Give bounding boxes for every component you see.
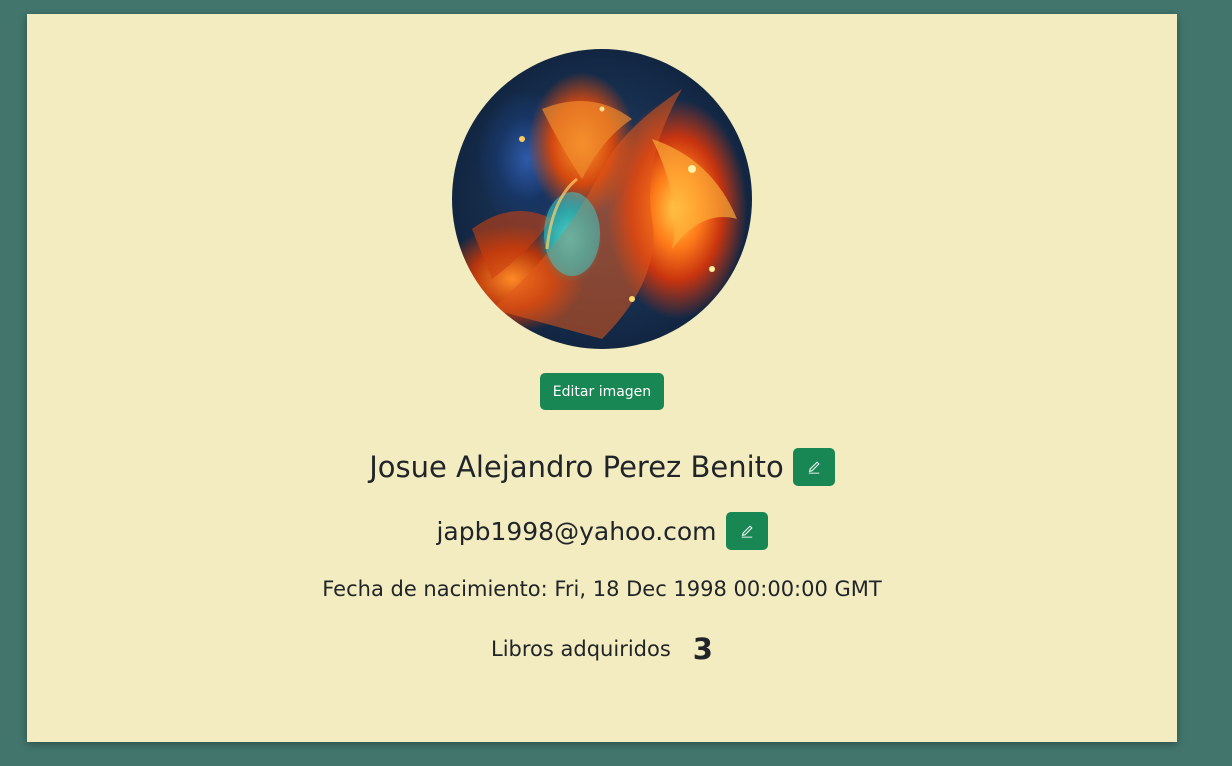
pencil-icon — [740, 524, 754, 538]
user-name: Josue Alejandro Perez Benito — [369, 450, 784, 484]
edit-email-button[interactable] — [725, 512, 768, 550]
profile-card: Editar imagen Josue Alejandro Perez Beni… — [27, 14, 1177, 742]
email-row: japb1998@yahoo.com — [27, 511, 1177, 551]
user-email: japb1998@yahoo.com — [436, 516, 717, 546]
books-count: 3 — [692, 632, 713, 666]
birth-date: Fecha de nacimiento: Fri, 18 Dec 1998 00… — [322, 577, 882, 601]
avatar-phoenix-art — [472, 89, 737, 339]
name-row: Josue Alejandro Perez Benito — [27, 447, 1177, 487]
books-row: Libros adquiridos 3 — [27, 629, 1177, 669]
profile-avatar — [452, 49, 752, 349]
birth-date-row: Fecha de nacimiento: Fri, 18 Dec 1998 00… — [27, 572, 1177, 606]
books-label: Libros adquiridos — [491, 637, 671, 661]
edit-name-button[interactable] — [792, 448, 835, 486]
pencil-icon — [807, 460, 821, 474]
edit-image-button[interactable]: Editar imagen — [540, 373, 664, 410]
